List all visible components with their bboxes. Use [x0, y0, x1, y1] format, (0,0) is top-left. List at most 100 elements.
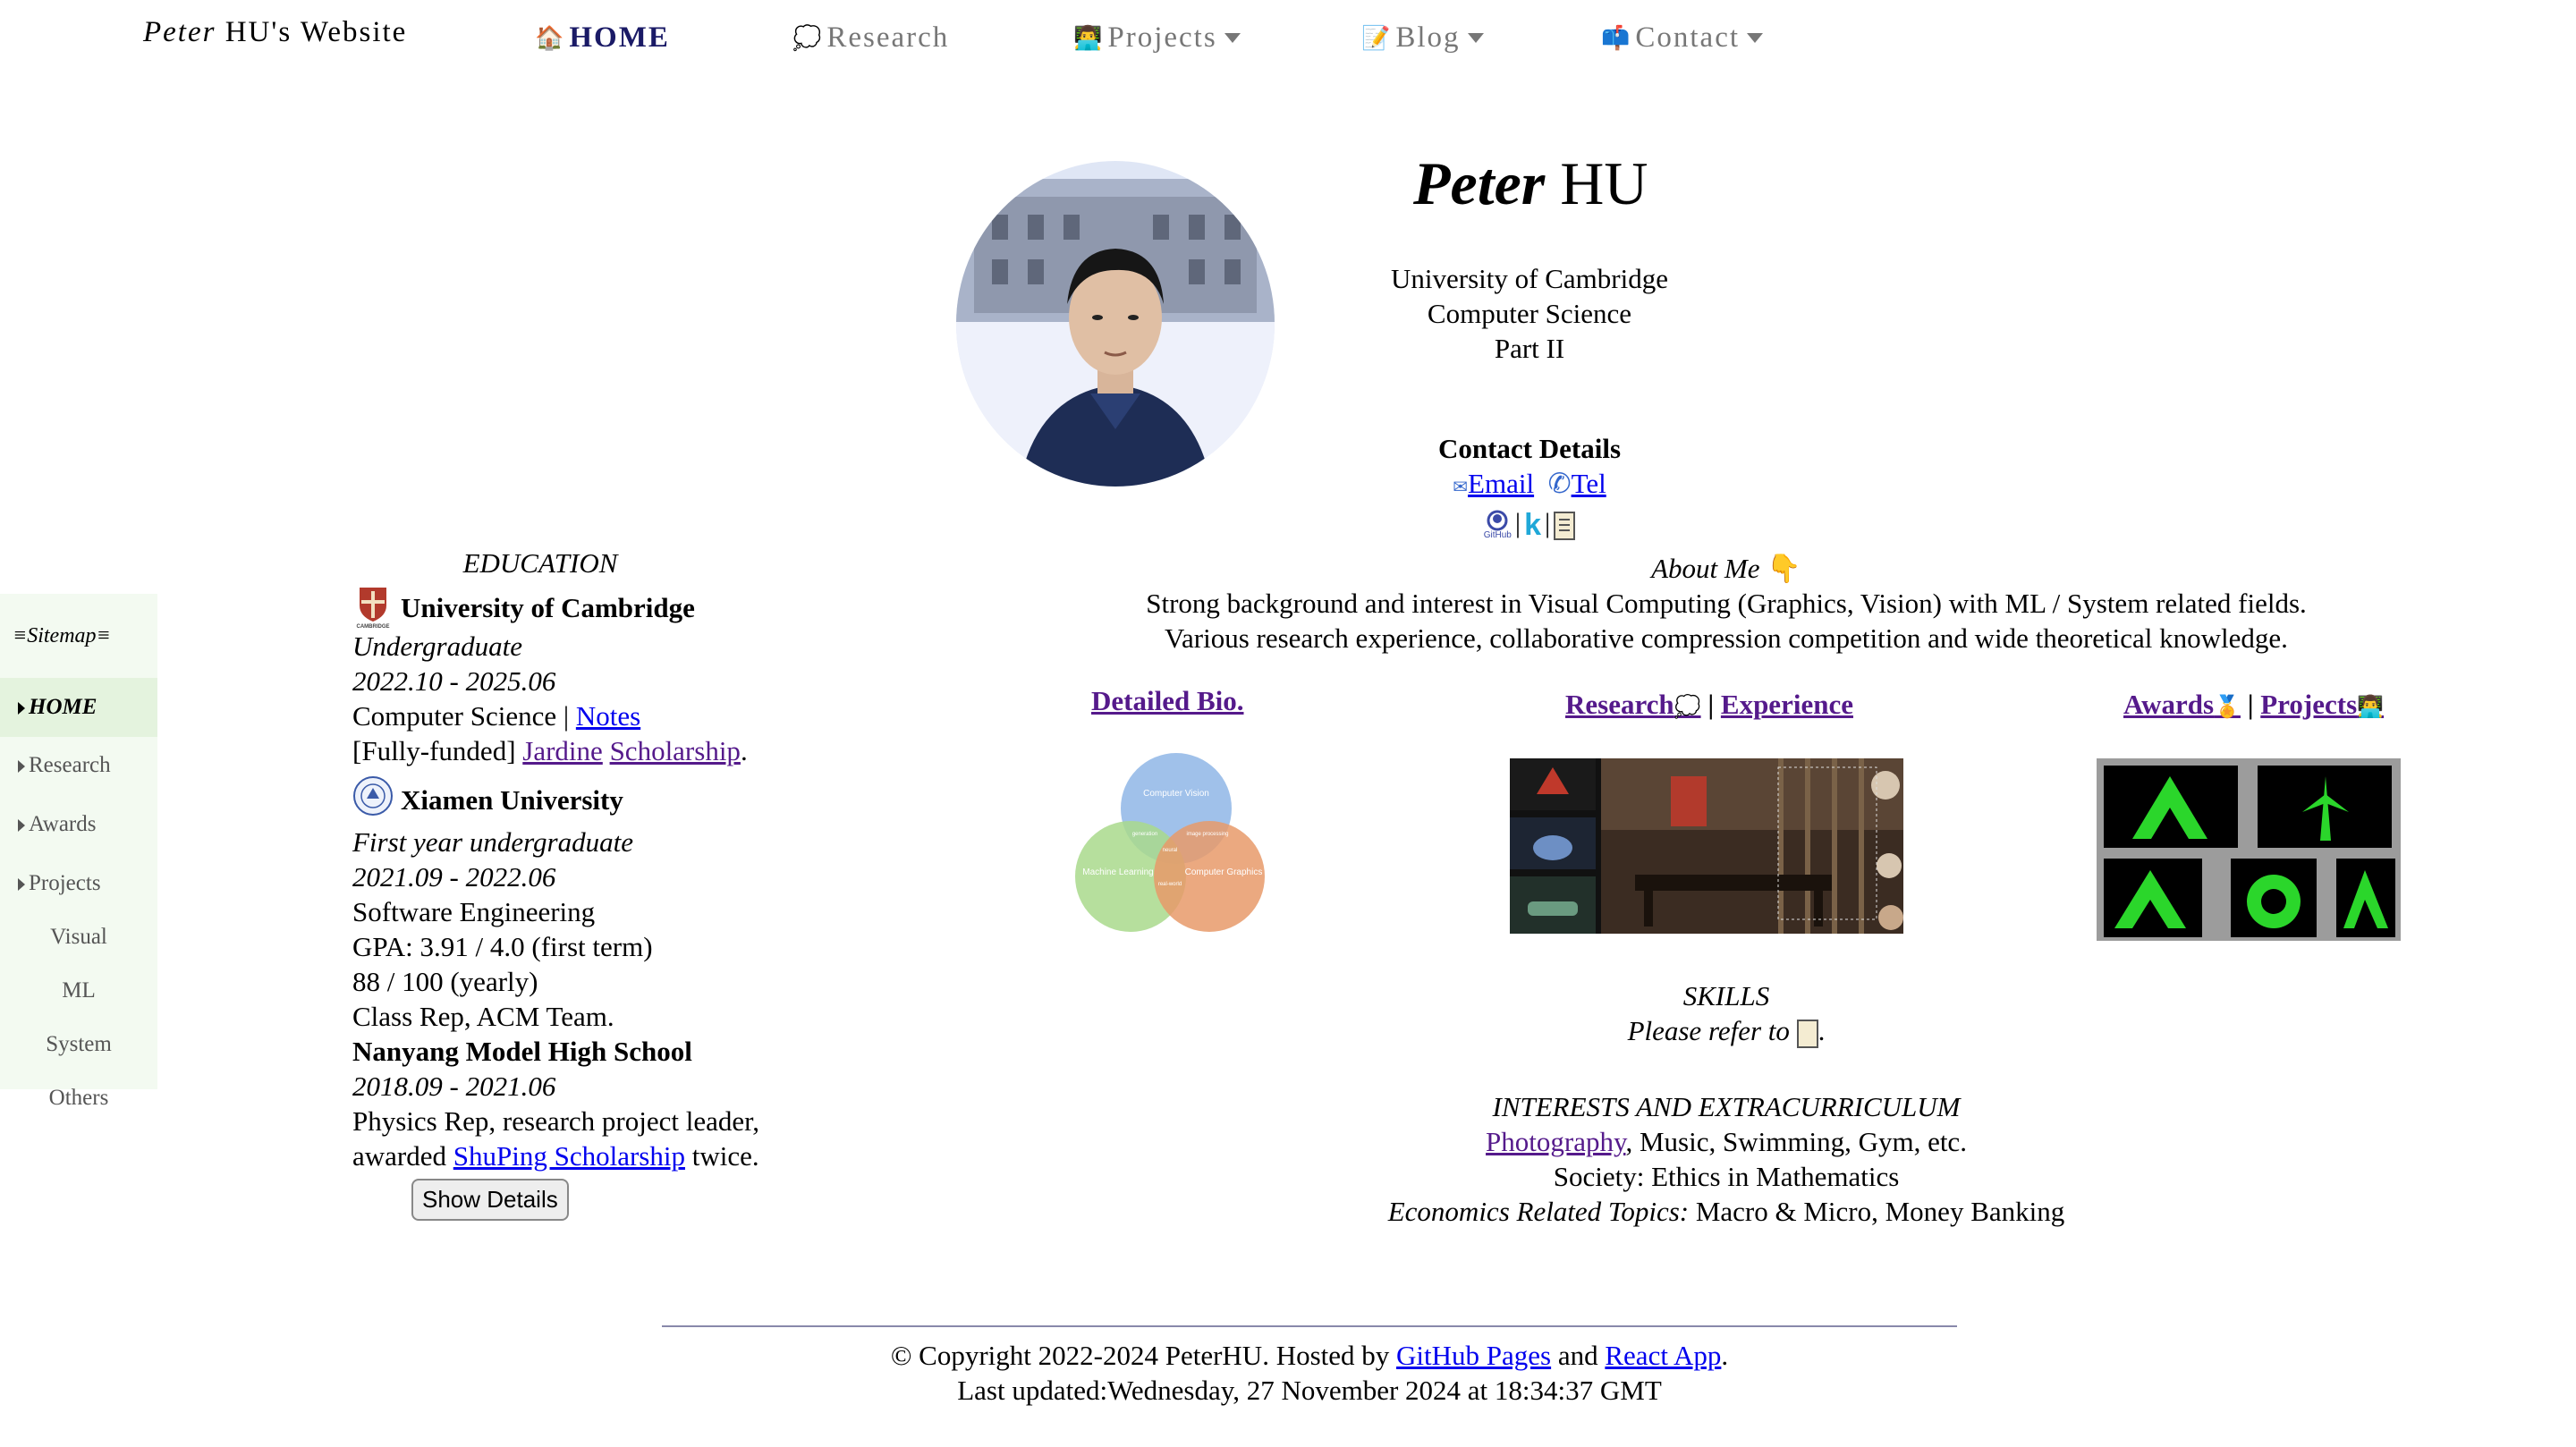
- sitemap-item-awards[interactable]: Awards: [0, 812, 157, 837]
- tel-link[interactable]: Tel: [1572, 468, 1606, 499]
- experience-link[interactable]: Experience: [1721, 689, 1853, 720]
- menu-icon: ≡: [13, 624, 28, 647]
- triangle-right-icon: [18, 819, 25, 833]
- school-cambridge: CAMBRIDGE University of Cambridge: [352, 586, 818, 630]
- sitemap-item-label: Awards: [29, 812, 97, 836]
- about-title-line: About Me 👇: [1073, 551, 2379, 586]
- react-app-link[interactable]: React App: [1605, 1340, 1721, 1371]
- sitemap-sub-others[interactable]: Others: [0, 1086, 157, 1111]
- mail-icon: ✉: [1453, 478, 1469, 497]
- profile-name: Peter HU: [1413, 148, 1648, 219]
- triangle-right-icon: [18, 702, 25, 715]
- sitemap-sub-visual[interactable]: Visual: [0, 925, 157, 950]
- research-column-header: Research💭 | Experience: [1565, 689, 1853, 720]
- venn-diagram[interactable]: Computer Vision Machine Learning Compute…: [1073, 749, 1279, 942]
- school-dates: 2022.10 - 2025.06: [352, 665, 556, 697]
- nav-research[interactable]: 💭 Research: [792, 21, 949, 55]
- jardine-link[interactable]: Jardine: [522, 735, 603, 766]
- show-details-button[interactable]: Show Details: [411, 1179, 569, 1221]
- thought-bubble-icon: 💭: [1674, 696, 1701, 719]
- interests-line: Photography, Music, Swimming, Gym, etc.: [1073, 1124, 2379, 1159]
- research-link[interactable]: Research💭: [1565, 689, 1701, 720]
- research-render-image[interactable]: [1510, 758, 1903, 934]
- bio-column-header: Detailed Bio.: [1091, 685, 1244, 717]
- awards-link-label: Awards: [2123, 689, 2215, 720]
- affiliation-block: University of Cambridge Computer Science…: [1324, 261, 1735, 366]
- menu-icon: ≡: [96, 624, 111, 647]
- school-nanyang: Nanyang Model High School: [352, 1036, 692, 1067]
- shuping-line: awarded ShuPing Scholarship twice.: [352, 1138, 818, 1173]
- technologist-icon: 👨‍💻: [1073, 24, 1105, 51]
- sitemap-item-research[interactable]: Research: [0, 753, 157, 778]
- sitemap-sub-ml[interactable]: ML: [0, 978, 157, 1003]
- about-line-1: Strong background and interest in Visual…: [1146, 588, 2307, 619]
- skills-title: SKILLS: [1682, 980, 1770, 1011]
- nav-blog[interactable]: 📝 Blog: [1361, 21, 1484, 55]
- projects-fractal-image[interactable]: [2097, 758, 2401, 941]
- awards-link[interactable]: Awards🏅: [2123, 689, 2241, 720]
- cambridge-crest-icon: CAMBRIDGE: [352, 586, 394, 630]
- github-pages-link[interactable]: GitHub Pages: [1396, 1340, 1551, 1371]
- school-name: Xiamen University: [401, 784, 623, 816]
- house-icon: 🏠: [535, 24, 566, 51]
- shuping-link[interactable]: ShuPing Scholarship: [453, 1140, 685, 1172]
- footer-divider: [662, 1325, 1957, 1327]
- funding-text: [Fully-funded]: [352, 735, 516, 766]
- triangle-right-icon: [18, 878, 25, 892]
- skills-refer-line: Please refer to .: [1627, 1015, 1826, 1048]
- sitemap-item-label: Research: [29, 753, 111, 777]
- projects-link[interactable]: Projects👨‍💻: [2260, 689, 2384, 720]
- sitemap-panel: ≡Sitemap≡ HOME Research Awards Projects …: [0, 594, 157, 1110]
- economics-label: Economics Related Topics:: [1387, 1196, 1690, 1227]
- footer: © Copyright 2022-2024 PeterHU. Hosted by…: [662, 1338, 1957, 1408]
- social-links: GitHub | k |: [1324, 505, 1735, 540]
- sitemap-sub-system[interactable]: System: [0, 1032, 157, 1057]
- sitemap-item-projects[interactable]: Projects: [0, 871, 157, 896]
- venn-label-real-world: real-world: [1158, 882, 1182, 887]
- about-line-2: Various research experience, collaborati…: [1165, 622, 2288, 654]
- venn-label-image-processing: image processing: [1186, 832, 1228, 837]
- last-name: HU: [1560, 149, 1648, 217]
- site-brand[interactable]: Peter HU's Website: [143, 16, 407, 49]
- sitemap-title[interactable]: ≡Sitemap≡: [13, 624, 111, 648]
- venn-label-vision: Computer Vision: [1143, 789, 1209, 799]
- sitemap-title-label: Sitemap: [27, 624, 97, 647]
- first-name: Peter: [1413, 149, 1546, 217]
- yearly-score: 88 / 100 (yearly): [352, 966, 538, 997]
- resume-icon[interactable]: [1554, 512, 1576, 540]
- school-xiamen: Xiamen University: [352, 775, 818, 825]
- chevron-down-icon: [1467, 33, 1484, 43]
- nanyang-role: Physics Rep, research project leader,: [352, 1105, 759, 1137]
- last-updated: Last updated:Wednesday, 27 November 2024…: [957, 1375, 1662, 1406]
- awards-column-header: Awards🏅 | Projects👨‍💻: [2123, 689, 2385, 720]
- school-level: Undergraduate: [352, 630, 522, 662]
- github-icon[interactable]: GitHub: [1484, 510, 1512, 540]
- email-link[interactable]: Email: [1468, 468, 1534, 499]
- brand-rest: HU's Website: [216, 16, 408, 48]
- detailed-bio-link[interactable]: Detailed Bio.: [1091, 685, 1244, 716]
- skills-refer-text: Please refer to: [1627, 1015, 1790, 1046]
- about-title: About Me: [1651, 553, 1760, 584]
- skills-section: SKILLS Please refer to .: [1073, 978, 2379, 1048]
- nav-contact[interactable]: 📫 Contact: [1601, 21, 1764, 55]
- scholarship-link[interactable]: Scholarship: [610, 735, 741, 766]
- education-title: EDUCATION: [462, 547, 618, 579]
- venn-label-neural: neural: [1163, 848, 1178, 853]
- photography-link[interactable]: Photography: [1486, 1126, 1625, 1157]
- notes-link[interactable]: Notes: [576, 700, 640, 732]
- separator: |: [1514, 507, 1521, 538]
- interests-rest: , Music, Swimming, Gym, etc.: [1625, 1126, 1967, 1157]
- thought-bubble-icon: 💭: [792, 24, 824, 51]
- nav-contact-label: Contact: [1635, 21, 1741, 54]
- society-text: Society: Ethics in Mathematics: [1553, 1161, 1900, 1192]
- contact-block: Contact Details ✉Email ✆Tel GitHub | k |: [1324, 431, 1735, 540]
- medal-icon: 🏅: [2214, 696, 2241, 719]
- kaggle-icon[interactable]: k: [1524, 510, 1541, 540]
- education-section: EDUCATION CAMBRIDGE University of Cambri…: [352, 546, 818, 1173]
- nav-projects[interactable]: 👨‍💻 Projects: [1073, 21, 1241, 55]
- resume-icon[interactable]: [1796, 1019, 1818, 1048]
- economics-topics: Macro & Micro, Money Banking: [1689, 1196, 2065, 1227]
- nav-home[interactable]: 🏠 HOME: [535, 21, 670, 55]
- sitemap-item-home[interactable]: HOME: [0, 678, 157, 737]
- sitemap-item-label: HOME: [29, 695, 97, 719]
